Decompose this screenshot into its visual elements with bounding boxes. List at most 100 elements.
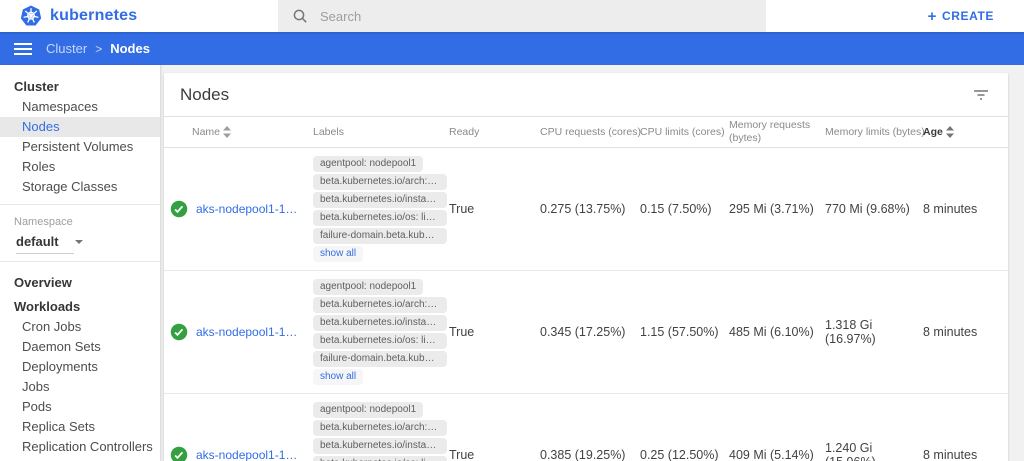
memory-limits-value: 1.240 Gi (15.96%): [825, 441, 923, 461]
sidebar-item-stateful-sets[interactable]: Stateful Sets: [0, 457, 160, 461]
breadcrumb-current-page: Nodes: [110, 41, 150, 56]
column-header-memory-requests: Memory requests (bytes): [729, 119, 825, 145]
sidebar-item-daemon-sets[interactable]: Daemon Sets: [0, 337, 160, 357]
column-header-labels: Labels: [313, 126, 449, 138]
label-chip: beta.kubernetes.io/os: linux: [313, 456, 447, 461]
sidebar-item-jobs[interactable]: Jobs: [0, 377, 160, 397]
age-value: 8 minutes: [923, 202, 1008, 216]
cpu-requests-value: 0.385 (19.25%): [540, 448, 640, 461]
chevron-right-icon: >: [95, 42, 102, 56]
label-chip: beta.kubernetes.io/arch: amd...: [313, 297, 447, 313]
sidebar-item-cron-jobs[interactable]: Cron Jobs: [0, 317, 160, 337]
search-bar: [278, 0, 766, 32]
sidebar-item-replication-controllers[interactable]: Replication Controllers: [0, 437, 160, 457]
node-name-link[interactable]: aks-nodepool1-10230590-vm...: [196, 448, 303, 461]
sidebar-item-cluster[interactable]: Cluster: [0, 73, 160, 97]
cpu-requests-value: 0.345 (17.25%): [540, 325, 640, 339]
table-row: aks-nodepool1-10230590-vm... agentpool: …: [164, 148, 1008, 271]
column-header-cpu-limits: CPU limits (cores): [640, 126, 729, 138]
cpu-limits-value: 1.15 (57.50%): [640, 325, 729, 339]
status-ok-icon: [170, 446, 188, 461]
main-content: Nodes Name Labels Ready CPU reques: [160, 65, 1024, 461]
create-button-label: CREATE: [942, 9, 994, 23]
chevron-down-icon: [75, 240, 83, 244]
column-header-memory-limits: Memory limits (bytes): [825, 126, 923, 138]
label-chip: beta.kubernetes.io/instance-t...: [313, 192, 447, 208]
sidebar-item-storage-classes[interactable]: Storage Classes: [0, 177, 160, 197]
status-ok-icon: [170, 200, 188, 218]
label-chip: failure-domain.beta.kubernet...: [313, 228, 447, 244]
app-title: kubernetes: [50, 7, 137, 25]
memory-requests-value: 409 Mi (5.14%): [729, 448, 825, 461]
labels-cell: agentpool: nodepool1 beta.kubernetes.io/…: [313, 271, 449, 393]
memory-limits-value: 1.318 Gi (16.97%): [825, 318, 923, 346]
sort-icon: [223, 126, 231, 138]
breadcrumb-bar: Cluster > Nodes: [0, 32, 1024, 65]
ready-value: True: [449, 202, 540, 216]
top-header: kubernetes + CREATE: [0, 0, 1024, 32]
sidebar-item-workloads[interactable]: Workloads: [0, 293, 160, 317]
sidebar-divider: [0, 261, 160, 262]
sidebar-item-nodes[interactable]: Nodes: [0, 117, 160, 137]
table-header-row: Name Labels Ready CPU requests (cores) C…: [164, 117, 1008, 148]
status-ok-icon: [170, 323, 188, 341]
search-input[interactable]: [320, 9, 700, 24]
label-chip: agentpool: nodepool1: [313, 279, 423, 295]
label-chip: beta.kubernetes.io/instance-t...: [313, 438, 447, 454]
sort-icon: [946, 126, 954, 138]
memory-requests-value: 295 Mi (3.71%): [729, 202, 825, 216]
memory-limits-value: 770 Mi (9.68%): [825, 202, 923, 216]
label-chip: beta.kubernetes.io/arch: amd...: [313, 420, 447, 436]
page-title: Nodes: [180, 85, 229, 105]
node-name-link[interactable]: aks-nodepool1-10230590-vm...: [196, 325, 303, 339]
namespace-selected-value: default: [16, 234, 59, 249]
breadcrumb: Cluster > Nodes: [46, 41, 150, 56]
nodes-card: Nodes Name Labels Ready CPU reques: [164, 73, 1008, 461]
label-chip: beta.kubernetes.io/instance-t...: [313, 315, 447, 331]
sidebar-item-pods[interactable]: Pods: [0, 397, 160, 417]
search-icon: [292, 8, 308, 24]
table-row: aks-nodepool1-10230590-vm... agentpool: …: [164, 394, 1008, 461]
cpu-limits-value: 0.25 (12.50%): [640, 448, 729, 461]
show-all-button[interactable]: show all: [313, 369, 363, 385]
table-row: aks-nodepool1-10230590-vm... agentpool: …: [164, 271, 1008, 394]
breadcrumb-cluster-link[interactable]: Cluster: [46, 41, 87, 56]
ready-value: True: [449, 448, 540, 461]
ready-value: True: [449, 325, 540, 339]
label-chip: beta.kubernetes.io/os: linux: [313, 210, 447, 226]
sidebar-item-roles[interactable]: Roles: [0, 157, 160, 177]
label-chip: agentpool: nodepool1: [313, 156, 423, 172]
column-header-name[interactable]: Name: [164, 126, 313, 138]
cpu-limits-value: 0.15 (7.50%): [640, 202, 729, 216]
namespace-label: Namespace: [0, 212, 160, 230]
sidebar-item-replica-sets[interactable]: Replica Sets: [0, 417, 160, 437]
sidebar-item-namespaces[interactable]: Namespaces: [0, 97, 160, 117]
sidebar-item-overview[interactable]: Overview: [0, 269, 160, 293]
label-chip: beta.kubernetes.io/arch: amd...: [313, 174, 447, 190]
age-value: 8 minutes: [923, 448, 1008, 461]
filter-icon[interactable]: [970, 85, 992, 105]
sidebar-item-deployments[interactable]: Deployments: [0, 357, 160, 377]
node-name-link[interactable]: aks-nodepool1-10230590-vm...: [196, 202, 303, 216]
cpu-requests-value: 0.275 (13.75%): [540, 202, 640, 216]
column-header-cpu-requests: CPU requests (cores): [540, 126, 640, 138]
memory-requests-value: 485 Mi (6.10%): [729, 325, 825, 339]
age-value: 8 minutes: [923, 325, 1008, 339]
menu-hamburger-icon[interactable]: [0, 42, 46, 56]
plus-icon: +: [928, 9, 937, 24]
label-chip: agentpool: nodepool1: [313, 402, 423, 418]
sidebar-item-persistent-volumes[interactable]: Persistent Volumes: [0, 137, 160, 157]
label-chip: beta.kubernetes.io/os: linux: [313, 333, 447, 349]
labels-cell: agentpool: nodepool1 beta.kubernetes.io/…: [313, 148, 449, 270]
create-button[interactable]: + CREATE: [928, 0, 994, 32]
show-all-button[interactable]: show all: [313, 246, 363, 262]
sidebar-nav: Cluster Namespaces Nodes Persistent Volu…: [0, 65, 160, 461]
namespace-dropdown[interactable]: default: [16, 234, 74, 254]
sidebar-divider: [0, 204, 160, 205]
kubernetes-logo-icon: [20, 5, 42, 27]
home-link[interactable]: kubernetes: [0, 5, 137, 27]
column-header-age[interactable]: Age: [923, 126, 1008, 138]
column-header-ready: Ready: [449, 126, 540, 138]
labels-cell: agentpool: nodepool1 beta.kubernetes.io/…: [313, 394, 449, 461]
label-chip: failure-domain.beta.kubernet...: [313, 351, 447, 367]
